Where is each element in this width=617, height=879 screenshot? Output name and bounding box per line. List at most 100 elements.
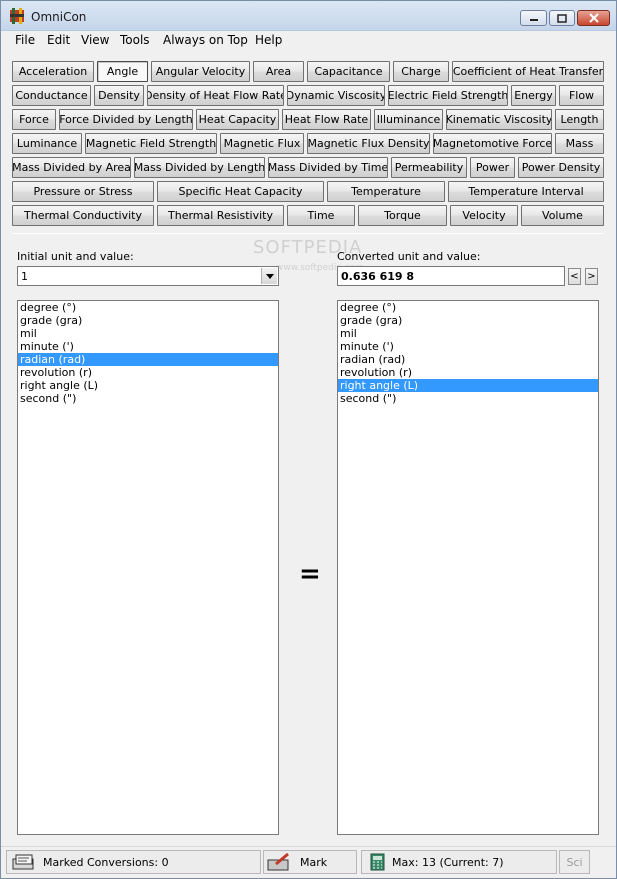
- quantity-button-magnetomotive-force[interactable]: Magnetomotive Force: [433, 133, 552, 154]
- list-item[interactable]: grade (gra): [338, 314, 598, 327]
- quantity-button-dynamic-viscosity[interactable]: Dynamic Viscosity: [287, 85, 385, 106]
- marked-conversions-text: Marked Conversions: 0: [43, 855, 169, 869]
- quantity-button-capacitance[interactable]: Capacitance: [307, 61, 390, 82]
- quantity-button-angle[interactable]: Angle: [97, 61, 148, 82]
- chevron-down-icon: [265, 273, 274, 279]
- list-item[interactable]: radian (rad): [18, 353, 278, 366]
- converted-value: 0.636 619 8: [341, 270, 415, 283]
- list-item[interactable]: minute ('): [338, 340, 598, 353]
- list-item[interactable]: degree (°): [338, 301, 598, 314]
- list-item[interactable]: grade (gra): [18, 314, 278, 327]
- menu-view[interactable]: View: [81, 33, 109, 47]
- close-button[interactable]: [577, 10, 610, 26]
- quantity-button-time[interactable]: Time: [287, 205, 355, 226]
- quantity-button-angular-velocity[interactable]: Angular Velocity: [151, 61, 250, 82]
- maximize-icon: [557, 13, 567, 23]
- menu-bar: File Edit View Tools Always on Top Help: [1, 31, 616, 49]
- title-bar[interactable]: OmniCon: [1, 1, 616, 31]
- quantity-button-volume[interactable]: Volume: [521, 205, 604, 226]
- sci-button[interactable]: Sci: [559, 850, 590, 874]
- window-title: OmniCon: [31, 10, 87, 24]
- quantity-button-mass[interactable]: Mass: [555, 133, 604, 154]
- quantity-button-kinematic-viscosity[interactable]: Kinematic Viscosity: [446, 109, 552, 130]
- quantity-button-electric-field-strength[interactable]: Electric Field Strength: [388, 85, 508, 106]
- quantity-button-velocity[interactable]: Velocity: [450, 205, 518, 226]
- quantity-button-specific-heat-capacity[interactable]: Specific Heat Capacity: [157, 181, 324, 202]
- quantity-button-magnetic-flux[interactable]: Magnetic Flux: [220, 133, 304, 154]
- divider: [12, 233, 604, 234]
- quantity-button-torque[interactable]: Torque: [358, 205, 447, 226]
- menu-help[interactable]: Help: [255, 33, 282, 47]
- quantity-button-force-divided-by-length[interactable]: Force Divided by Length: [59, 109, 193, 130]
- precision-increase-button[interactable]: >: [585, 268, 598, 285]
- omnicon-window: OmniCon File Edit View Tools Always on T…: [0, 0, 617, 879]
- list-item[interactable]: right angle (L): [338, 379, 598, 392]
- quantity-button-acceleration[interactable]: Acceleration: [12, 61, 94, 82]
- marked-list-icon: [12, 854, 34, 870]
- menu-edit[interactable]: Edit: [47, 33, 70, 47]
- quantity-button-permeability[interactable]: Permeability: [391, 157, 467, 178]
- quantity-button-density-of-heat-flow-rate[interactable]: Density of Heat Flow Rate: [147, 85, 284, 106]
- status-bar: Marked Conversions: 0 Mark Max: 13 (Curr…: [1, 846, 616, 878]
- quantity-button-conductance[interactable]: Conductance: [12, 85, 91, 106]
- mark-button-label: Mark: [300, 855, 328, 869]
- quantity-button-heat-capacity[interactable]: Heat Capacity: [196, 109, 279, 130]
- quantity-button-thermal-resistivity[interactable]: Thermal Resistivity: [157, 205, 284, 226]
- quantity-button-temperature-interval[interactable]: Temperature Interval: [448, 181, 604, 202]
- initial-unit-label: Initial unit and value:: [17, 250, 134, 263]
- list-item[interactable]: revolution (r): [338, 366, 598, 379]
- initial-value: 1: [21, 270, 28, 283]
- list-item[interactable]: minute ('): [18, 340, 278, 353]
- quantity-button-pressure-or-stress[interactable]: Pressure or Stress: [12, 181, 154, 202]
- minimize-icon: [529, 19, 538, 21]
- calculator-icon: [370, 853, 385, 871]
- mark-button[interactable]: Mark: [263, 850, 357, 874]
- quantity-button-energy[interactable]: Energy: [511, 85, 556, 106]
- list-item[interactable]: mil: [18, 327, 278, 340]
- quantity-button-area[interactable]: Area: [253, 61, 304, 82]
- converted-value-field[interactable]: 0.636 619 8: [337, 266, 565, 286]
- converted-unit-label: Converted unit and value:: [337, 250, 481, 263]
- quantity-button-thermal-conductivity[interactable]: Thermal Conductivity: [12, 205, 154, 226]
- quantity-button-length[interactable]: Length: [555, 109, 604, 130]
- quantity-button-temperature[interactable]: Temperature: [327, 181, 445, 202]
- maximize-button[interactable]: [549, 10, 575, 26]
- list-item[interactable]: second ("): [338, 392, 598, 405]
- list-item[interactable]: mil: [338, 327, 598, 340]
- menu-always-on-top[interactable]: Always on Top: [163, 33, 248, 47]
- quantity-button-coefficient-of-heat-transfer[interactable]: Coefficient of Heat Transfer: [452, 61, 604, 82]
- quantity-button-mass-divided-by-time[interactable]: Mass Divided by Time: [268, 157, 388, 178]
- quantity-button-charge[interactable]: Charge: [393, 61, 449, 82]
- quantity-button-density[interactable]: Density: [94, 85, 144, 106]
- list-item[interactable]: radian (rad): [338, 353, 598, 366]
- quantity-button-luminance[interactable]: Luminance: [12, 133, 82, 154]
- menu-file[interactable]: File: [15, 33, 35, 47]
- max-current-text: Max: 13 (Current: 7): [392, 855, 504, 869]
- list-item[interactable]: right angle (L): [18, 379, 278, 392]
- quantity-button-illuminance[interactable]: Illuminance: [374, 109, 443, 130]
- close-icon: [588, 13, 599, 23]
- combobox-dropdown-button[interactable]: [261, 268, 277, 284]
- mark-icon: [267, 852, 289, 871]
- list-item[interactable]: revolution (r): [18, 366, 278, 379]
- precision-decrease-button[interactable]: <: [568, 268, 581, 285]
- converted-unit-list[interactable]: degree (°) grade (gra) mil minute (') radian…: [337, 300, 599, 835]
- quantity-button-flow[interactable]: Flow: [559, 85, 604, 106]
- equals-sign: =: [299, 559, 321, 589]
- quantity-button-magnetic-field-strength[interactable]: Magnetic Field Strength: [85, 133, 217, 154]
- quantity-button-heat-flow-rate[interactable]: Heat Flow Rate: [282, 109, 371, 130]
- quantity-button-force[interactable]: Force: [12, 109, 56, 130]
- menu-tools[interactable]: Tools: [120, 33, 150, 47]
- quantity-button-power[interactable]: Power: [470, 157, 515, 178]
- marked-conversions-panel: Marked Conversions: 0: [6, 850, 261, 874]
- quantity-button-power-density[interactable]: Power Density: [518, 157, 604, 178]
- list-item[interactable]: degree (°): [18, 301, 278, 314]
- list-item[interactable]: second ("): [18, 392, 278, 405]
- quantity-button-mass-divided-by-length[interactable]: Mass Divided by Length: [134, 157, 265, 178]
- omnicon-app-icon: [10, 8, 24, 24]
- quantity-button-magnetic-flux-density[interactable]: Magnetic Flux Density: [307, 133, 430, 154]
- minimize-button[interactable]: [520, 10, 547, 26]
- initial-value-combobox[interactable]: 1: [17, 266, 279, 286]
- initial-unit-list[interactable]: degree (°) grade (gra) mil minute (') radian…: [17, 300, 279, 835]
- quantity-button-mass-divided-by-area[interactable]: Mass Divided by Area: [12, 157, 131, 178]
